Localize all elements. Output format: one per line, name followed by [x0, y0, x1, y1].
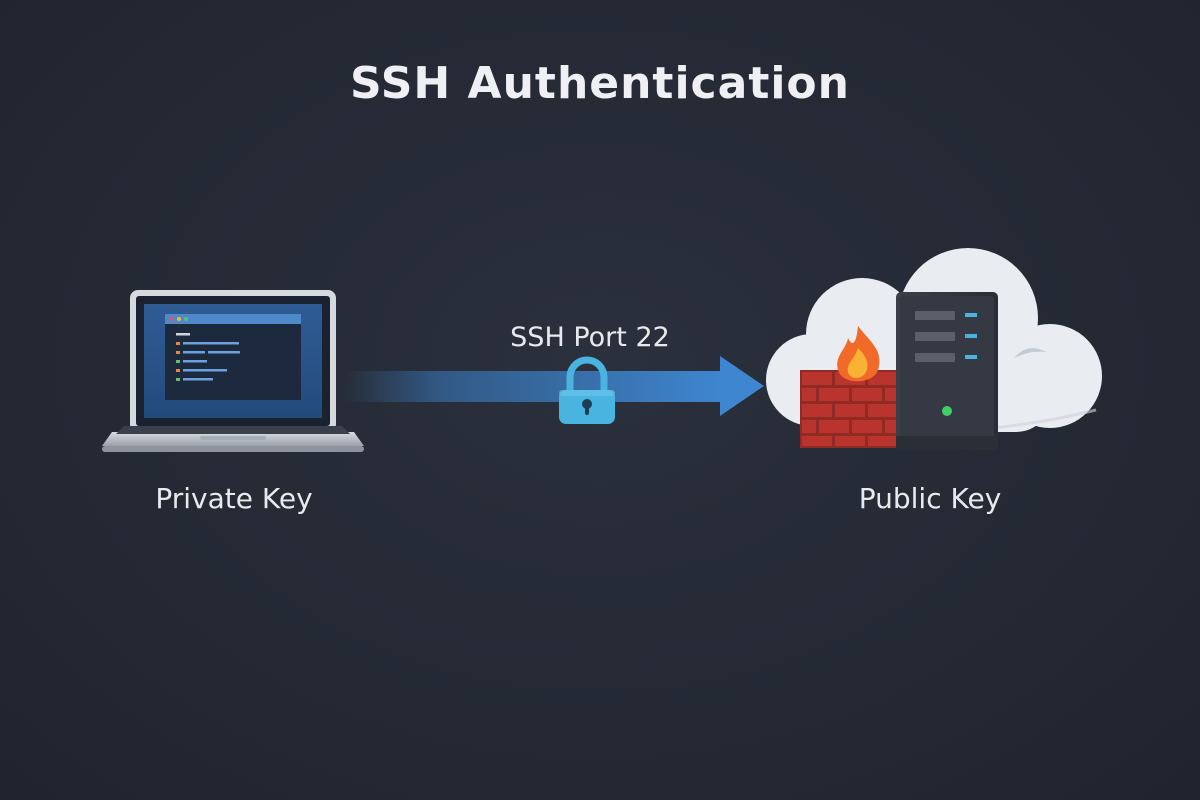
server-icon [896, 292, 998, 450]
client-label: Private Key [155, 482, 313, 515]
server-label: Public Key [858, 482, 1002, 515]
laptop-icon [102, 290, 364, 452]
diagram-art [102, 248, 1102, 452]
terminal-window [165, 314, 301, 400]
arrow-icon [345, 356, 764, 416]
status-led-icon [942, 406, 952, 416]
connection-label: SSH Port 22 [510, 322, 670, 353]
padlock-icon [559, 356, 615, 424]
firewall-icon [800, 370, 898, 448]
diagram-canvas: SSH Authentication SSH Port 22 Private K… [0, 0, 1200, 800]
